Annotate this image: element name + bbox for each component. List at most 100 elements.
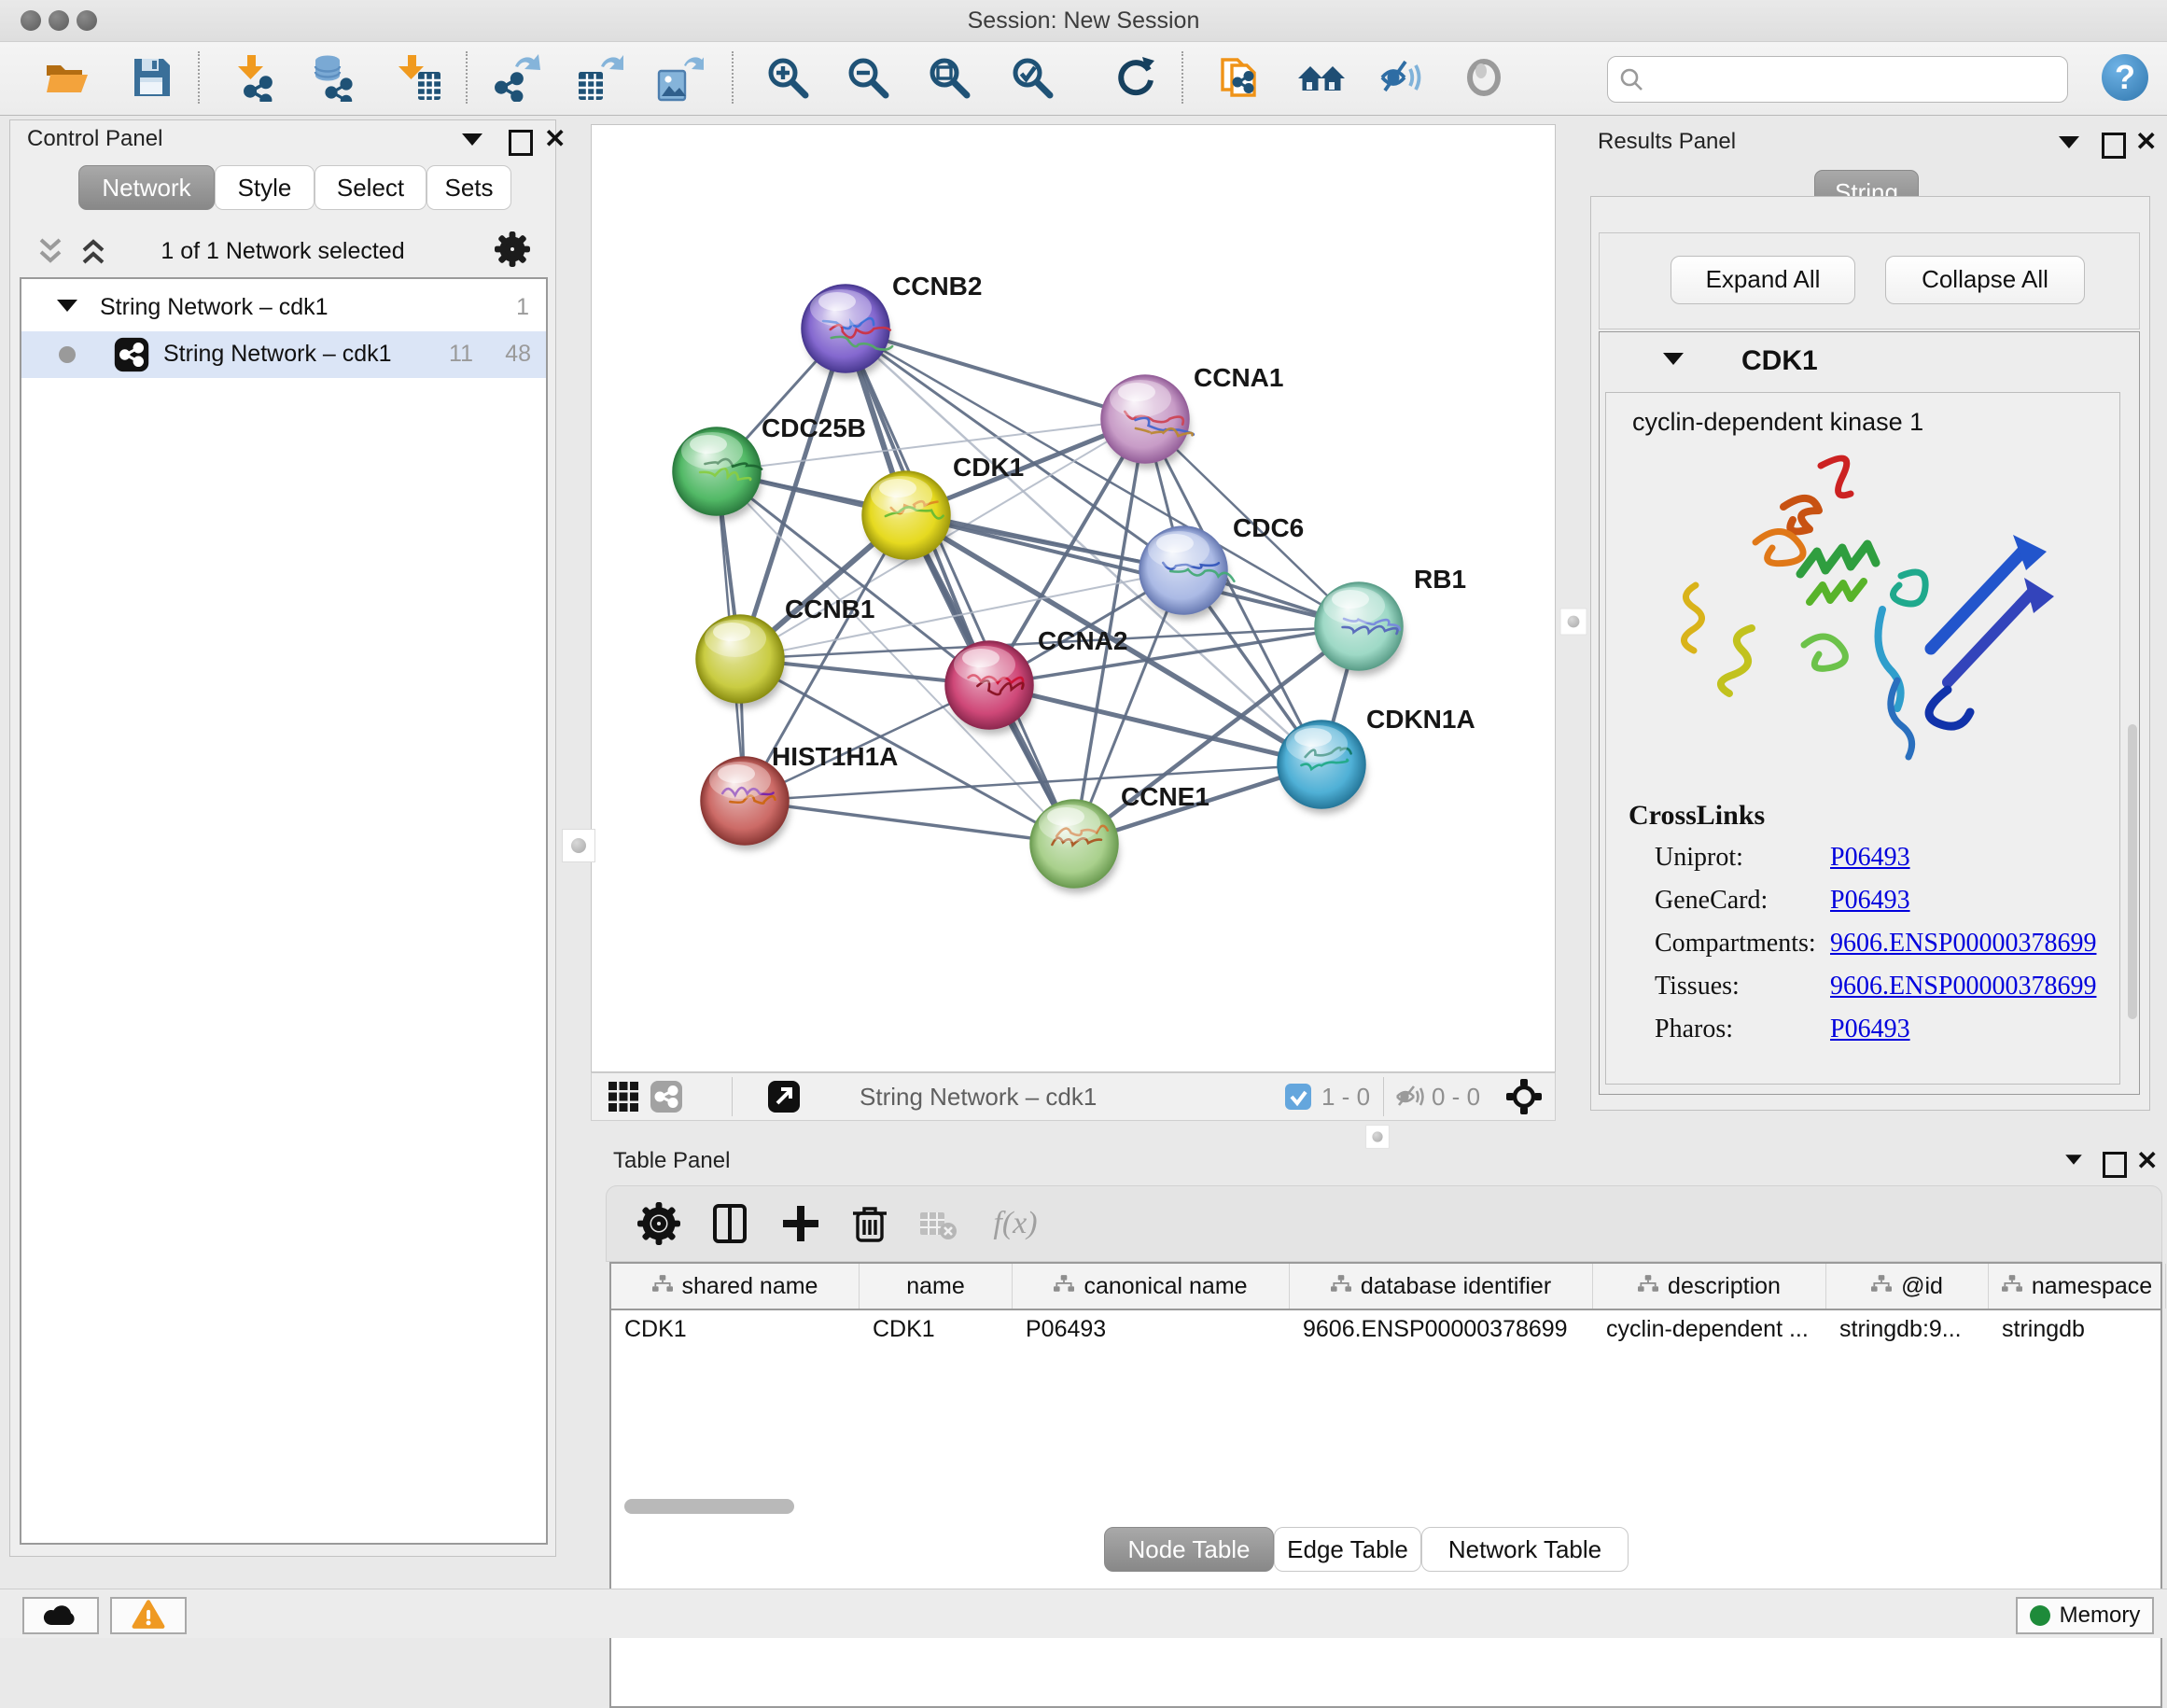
tab-network[interactable]: Network [78,165,215,210]
float-panel-icon[interactable] [2102,133,2130,157]
section-expander-icon[interactable] [1663,353,1684,365]
gene-description: cyclin-dependent kinase 1 [1632,408,1923,437]
delete-column-icon[interactable] [847,1201,892,1246]
table-horizontal-scrollbar[interactable] [624,1499,794,1514]
open-session-icon[interactable] [43,53,91,102]
network-node-CDK1[interactable] [862,471,951,565]
column-header-namespace[interactable]: namespace [1989,1264,2166,1309]
export-network-icon[interactable] [493,53,541,102]
network-view-icon[interactable] [650,1080,683,1113]
node-label-CCNE1: CCNE1 [1121,782,1209,811]
crosslink-link[interactable]: 9606.ENSP00000378699 [1830,972,2096,1001]
network-node-CCNA2[interactable] [945,641,1034,735]
grid-view-icon[interactable] [607,1080,640,1113]
close-panel-icon[interactable]: ✕ [2135,131,2163,155]
network-node-CDC25B[interactable] [673,427,762,521]
panel-menu-icon[interactable] [2063,1154,2091,1178]
selected-checkbox-icon[interactable] [1284,1083,1312,1111]
table-cell[interactable]: 9606.ENSP00000378699 [1303,1316,1584,1343]
create-column-icon[interactable] [778,1201,823,1246]
results-scrollbar[interactable] [2128,724,2137,1019]
close-panel-icon[interactable]: ✕ [544,128,572,152]
import-network-icon[interactable] [232,53,281,102]
column-header-description[interactable]: description [1593,1264,1826,1309]
tab-network-table[interactable]: Network Table [1421,1527,1629,1572]
search-input[interactable] [1651,61,2056,98]
tab-select[interactable]: Select [315,165,426,210]
column-header-database-identifier[interactable]: database identifier [1290,1264,1593,1309]
network-row-selected[interactable]: String Network – cdk1 11 48 [21,331,546,378]
panel-menu-icon[interactable] [462,133,490,158]
crosslink-label: Compartments: [1655,929,1816,958]
export-image-icon[interactable] [655,53,704,102]
column-header-name[interactable]: name [860,1264,1013,1309]
sitemap-icon [2002,1273,2022,1300]
crosslink-row: Compartments:9606.ENSP00000378699 [1655,929,1816,959]
hide-selected-icon[interactable] [1377,53,1425,102]
table-cell[interactable]: cyclin-dependent ... [1606,1316,1817,1343]
network-collection-row[interactable]: String Network – cdk1 1 [21,287,546,329]
expand-all-button[interactable]: Expand All [1671,256,1855,304]
network-node-CCNE1[interactable] [1030,800,1119,893]
network-node-RB1[interactable] [1315,582,1404,676]
import-database-icon[interactable] [310,53,358,102]
collapse-all-button[interactable]: Collapse All [1885,256,2085,304]
birds-eye-view-icon[interactable] [767,1080,801,1113]
crosslink-link[interactable]: P06493 [1830,1015,1910,1044]
network-node-CCNB1[interactable] [696,615,785,708]
tab-node-table[interactable]: Node Table [1104,1527,1274,1572]
zoom-fit-icon[interactable] [925,53,973,102]
horizontal-splitter-handle[interactable] [1365,1125,1389,1148]
table-header-row: shared namenamecanonical namedatabase id… [611,1264,2160,1310]
column-header-shared-name[interactable]: shared name [611,1264,860,1309]
float-panel-icon[interactable] [509,130,537,154]
column-header-canonical-name[interactable]: canonical name [1013,1264,1290,1309]
table-cell[interactable]: CDK1 [624,1316,850,1343]
close-panel-icon[interactable]: ✕ [2136,1150,2164,1174]
tab-style[interactable]: Style [215,165,315,210]
apply-layout-icon[interactable] [1111,53,1160,102]
cloud-status-button[interactable] [22,1597,99,1634]
warnings-button[interactable] [110,1597,187,1634]
float-panel-icon[interactable] [2103,1152,2131,1176]
crosslink-link[interactable]: P06493 [1830,843,1910,873]
memory-button[interactable]: Memory [2016,1597,2154,1634]
network-view: CCNB2CCNA1CDC25BCDK1CDC6RB1CCNB1CCNA2CDK… [591,121,1556,1120]
save-session-icon[interactable] [127,53,175,102]
import-table-icon[interactable] [396,53,444,102]
network-node-HIST1H1A[interactable] [701,757,790,850]
node-table[interactable]: shared namenamecanonical namedatabase id… [609,1262,2162,1494]
network-node-CDKN1A[interactable] [1278,721,1366,814]
table-cell[interactable]: stringdb [2002,1316,2157,1343]
table-cell[interactable]: stringdb:9... [1839,1316,1979,1343]
zoom-out-icon[interactable] [844,53,892,102]
tab-edge-table[interactable]: Edge Table [1274,1527,1421,1572]
network-edge[interactable] [846,329,1145,419]
network-node-CCNA1[interactable] [1101,375,1194,469]
zoom-in-icon[interactable] [763,53,812,102]
export-table-icon[interactable] [575,53,623,102]
column-header--id[interactable]: @id [1826,1264,1989,1309]
network-canvas[interactable]: CCNB2CCNA1CDC25BCDK1CDC6RB1CCNB1CCNA2CDK… [591,124,1556,1072]
table-cell[interactable]: P06493 [1026,1316,1280,1343]
help-button[interactable]: ? [2102,54,2148,101]
tab-sets[interactable]: Sets [426,165,511,210]
vertical-splitter-handle[interactable] [562,829,595,862]
pan-crosshair-icon[interactable] [1504,1077,1544,1116]
crosslink-link[interactable]: 9606.ENSP00000378699 [1830,929,2096,959]
vertical-splitter-handle[interactable] [1560,609,1587,636]
network-edge[interactable] [745,801,1074,844]
crosslink-link[interactable]: P06493 [1830,886,1910,916]
network-options-gear-icon[interactable] [494,231,531,274]
collection-expander-icon[interactable] [57,300,77,312]
table-panel-title: Table Panel [613,1148,730,1174]
first-neighbors-icon[interactable] [1214,53,1263,102]
gene-section-header[interactable]: CDK1 [1600,332,2139,390]
table-cell[interactable]: CDK1 [873,1316,1003,1343]
zoom-selected-icon[interactable] [1008,53,1056,102]
table-options-gear-icon[interactable] [636,1201,681,1246]
network-node-CDC6[interactable] [1139,526,1234,620]
show-home-icon[interactable] [1297,53,1346,102]
show-columns-icon[interactable] [707,1201,752,1246]
panel-menu-icon[interactable] [2059,136,2087,161]
